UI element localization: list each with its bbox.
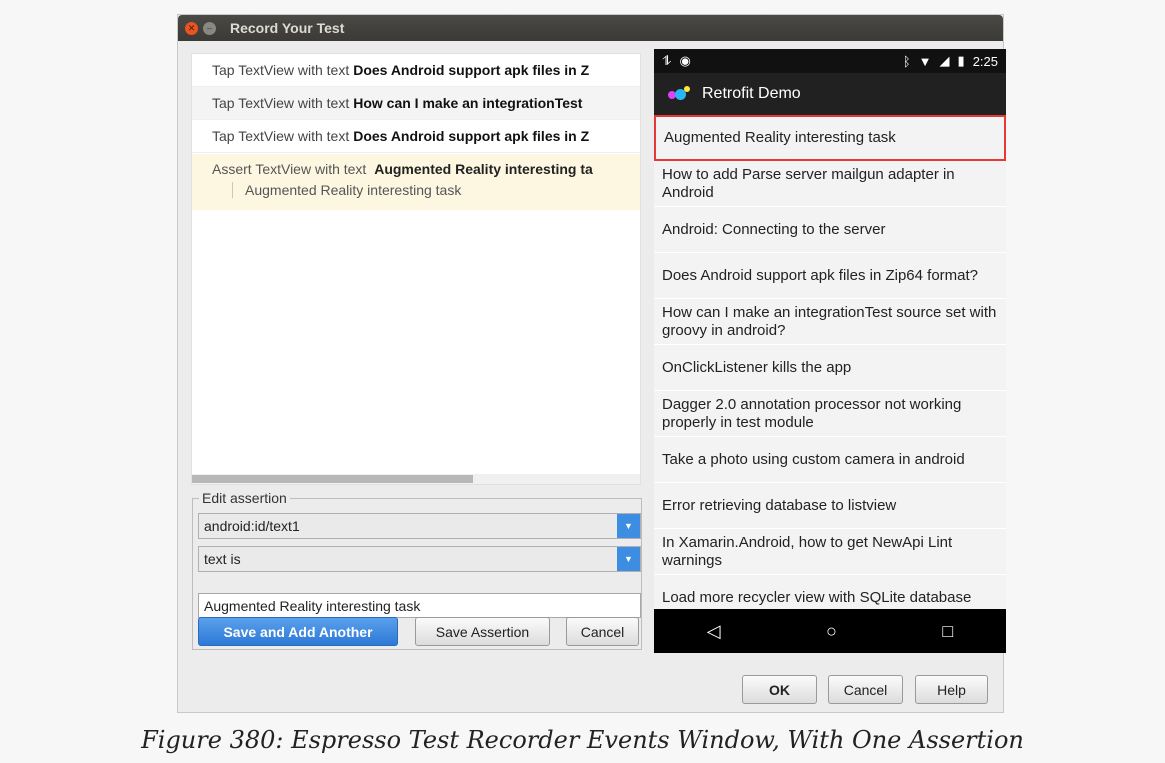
assertion-action: Assert TextView with text <box>212 161 367 177</box>
list-item-text: Augmented Reality interesting task <box>664 129 896 146</box>
list-item-text: How to add Parse server mailgun adapter … <box>662 165 955 201</box>
event-row[interactable]: Tap TextView with text Does Android supp… <box>192 120 640 153</box>
assertion-value-input[interactable]: Augmented Reality interesting task <box>198 593 641 618</box>
wifi-icon: ▼ <box>918 53 932 69</box>
list-item-text: OnClickListener kills the app <box>662 358 852 376</box>
app-title: Retrofit Demo <box>702 85 801 102</box>
list-item-text: Take a photo using custom camera in andr… <box>662 450 965 468</box>
event-target-text: Does Android support apk files in Z <box>353 62 590 78</box>
list-item[interactable]: How to add Parse server mailgun adapter … <box>654 161 1006 207</box>
device-screen: ⥮ ◉ ᛒ ▼ ◢ ▮ 2:25 Retrofit Demo Augmented… <box>654 49 1006 653</box>
back-icon[interactable]: ◁ <box>707 621 721 642</box>
list-item[interactable]: Android: Connecting to the server <box>654 207 1006 253</box>
edit-assertion-group: Edit assertion android:id/text1 ▼ text i… <box>192 490 642 650</box>
title-bar: ✕ – Record Your Test <box>178 15 1003 41</box>
condition-value: text is <box>204 551 241 567</box>
window-title: Record Your Test <box>230 20 345 36</box>
assertion-line: Assert TextView with text Augmented Real… <box>212 161 593 177</box>
scrollbar-thumb[interactable] <box>192 475 473 483</box>
events-list: Tap TextView with text Does Android supp… <box>191 53 641 485</box>
view-id-value: android:id/text1 <box>204 518 300 534</box>
cancel-assertion-button[interactable]: Cancel <box>566 617 639 646</box>
assertion-detail: Augmented Reality interesting task <box>232 182 461 198</box>
home-icon[interactable]: ○ <box>826 621 837 642</box>
list-item[interactable]: OnClickListener kills the app <box>654 345 1006 391</box>
close-window-button[interactable]: ✕ <box>185 21 198 35</box>
battery-icon: ▮ <box>957 53 965 68</box>
event-row[interactable]: Tap TextView with text Does Android supp… <box>192 54 640 87</box>
chevron-down-icon[interactable]: ▼ <box>617 547 640 571</box>
list-item[interactable]: How can I make an integrationTest source… <box>654 299 1006 345</box>
figure-caption: Figure 380: Espresso Test Recorder Event… <box>141 726 1024 754</box>
event-target-text: Does Android support apk files in Z <box>353 128 590 144</box>
save-and-add-another-button[interactable]: Save and Add Another <box>198 617 398 646</box>
app-bar: Retrofit Demo <box>654 73 1006 115</box>
retrofit-logo-icon <box>668 86 692 102</box>
list-item-text: Load more recycler view with SQLite data… <box>662 588 972 606</box>
event-action: Tap TextView with text <box>212 95 350 111</box>
list-item-text: Android: Connecting to the server <box>662 220 886 238</box>
android-icon: ◉ <box>679 53 691 68</box>
list-item[interactable]: In Xamarin.Android, how to get NewApi Li… <box>654 529 1006 575</box>
bluetooth-icon: ᛒ <box>902 53 911 69</box>
list-item[interactable]: Take a photo using custom camera in andr… <box>654 437 1006 483</box>
minimize-window-button[interactable]: – <box>203 21 216 35</box>
event-action: Tap TextView with text <box>212 62 350 78</box>
signal-icon: ◢ <box>939 53 950 68</box>
chevron-down-icon[interactable]: ▼ <box>617 514 640 538</box>
question-list: Augmented Reality interesting task How t… <box>654 115 1006 609</box>
list-item[interactable]: Dagger 2.0 annotation processor not work… <box>654 391 1006 437</box>
assertion-target-text: Augmented Reality interesting ta <box>374 161 593 177</box>
list-item[interactable]: Error retrieving database to listview <box>654 483 1006 529</box>
ok-button[interactable]: OK <box>742 675 817 704</box>
cancel-button[interactable]: Cancel <box>828 675 903 704</box>
list-item-text: Dagger 2.0 annotation processor not work… <box>662 395 962 431</box>
assertion-event[interactable]: Assert TextView with text Augmented Real… <box>192 154 640 210</box>
event-row[interactable]: Tap TextView with text How can I make an… <box>192 87 640 120</box>
event-action: Tap TextView with text <box>212 128 350 144</box>
status-time: 2:25 <box>972 53 998 69</box>
list-item-text: Error retrieving database to listview <box>662 496 897 514</box>
horizontal-scrollbar[interactable] <box>192 474 640 484</box>
help-button[interactable]: Help <box>915 675 988 704</box>
record-test-dialog: ✕ – Record Your Test Tap TextView with t… <box>177 14 1006 713</box>
view-id-select[interactable]: android:id/text1 ▼ <box>198 513 641 539</box>
sync-icon: ⥮ <box>662 53 672 68</box>
navigation-bar: ◁ ○ □ <box>654 609 1006 653</box>
event-target-text: How can I make an integrationTest <box>353 95 583 111</box>
recents-icon[interactable]: □ <box>942 621 953 642</box>
list-item[interactable]: Augmented Reality interesting task <box>654 115 1006 161</box>
save-assertion-button[interactable]: Save Assertion <box>415 617 550 646</box>
list-item-text: How can I make an integrationTest source… <box>662 303 997 339</box>
condition-select[interactable]: text is ▼ <box>198 546 641 572</box>
list-item[interactable]: Does Android support apk files in Zip64 … <box>654 253 1006 299</box>
list-item-text: In Xamarin.Android, how to get NewApi Li… <box>662 533 953 569</box>
status-bar: ⥮ ◉ ᛒ ▼ ◢ ▮ 2:25 <box>654 49 1006 73</box>
list-item[interactable]: Load more recycler view with SQLite data… <box>654 575 1006 609</box>
edit-assertion-legend: Edit assertion <box>199 490 290 506</box>
list-item-text: Does Android support apk files in Zip64 … <box>662 266 979 284</box>
